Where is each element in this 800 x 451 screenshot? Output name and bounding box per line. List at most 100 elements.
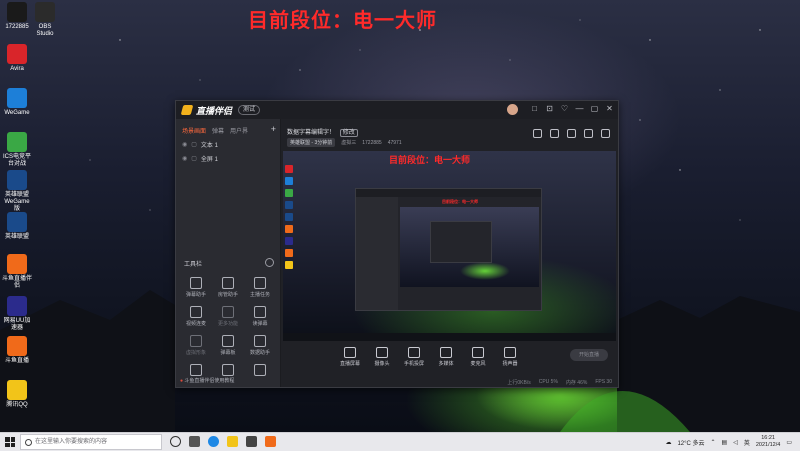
tool-item[interactable]: 弹幕板 [212, 335, 244, 356]
share-icon[interactable] [533, 129, 542, 138]
nested-preview-window: 目前段位：电一大师 [355, 188, 542, 311]
tool-label: 更多功能 [217, 321, 238, 327]
uu-accelerator-icon[interactable]: 网易UU加速器 [2, 296, 32, 332]
fans-text: 47971 [387, 139, 402, 146]
app-icon[interactable] [246, 436, 257, 447]
uid-desktop-icon[interactable]: 1722885 [2, 2, 32, 31]
lol-icon[interactable]: 英雄联盟 [2, 212, 32, 241]
tool-item[interactable]: 房管助手 [212, 277, 244, 298]
stream-preview[interactable]: 目前段位：电一大师 目前段位：电一大师 [283, 151, 616, 341]
tray-expand-icon[interactable]: ⌃ [711, 439, 716, 446]
add-scene-button[interactable]: + [271, 125, 276, 135]
edge-icon[interactable] [208, 436, 219, 447]
notice-icon[interactable] [584, 129, 593, 138]
douyu-companion-icon[interactable] [265, 436, 276, 447]
phone-cast-button[interactable]: 手机投屏 [403, 347, 425, 367]
status-item: 上行0KB/s [507, 379, 531, 386]
phone-cast-icon [408, 347, 420, 358]
lock-icon[interactable]: ▢ [191, 141, 197, 148]
eye-icon[interactable]: ◉ [182, 141, 187, 148]
douyu-icon[interactable]: 斗鱼直播 [2, 336, 32, 365]
scene-item-text[interactable]: ◉ ▢ 文本 1 [176, 135, 280, 149]
scene-item-fullscreen[interactable]: ◉ ▢ 全屏 1 [176, 149, 280, 163]
tool-item[interactable]: 更多功能 [212, 306, 244, 327]
tool-item[interactable] [212, 364, 244, 378]
tool-label: 视频连麦 [185, 321, 206, 327]
microphone-button[interactable]: 麦克风 [467, 347, 489, 367]
tool-item[interactable]: 视频连麦 [180, 306, 212, 327]
skin-icon[interactable]: ⊡ [545, 104, 554, 113]
camera-button[interactable]: 摄像头 [371, 347, 393, 367]
file-explorer-icon[interactable] [227, 436, 238, 447]
room-meta: 英雄联盟 - 3分钟前 虚拟三 1722885 47971 [287, 138, 402, 147]
nested-titlebar [356, 189, 541, 197]
avatar[interactable] [507, 104, 518, 115]
weather-text[interactable]: 12°C 多云 [677, 438, 704, 447]
mini-app-icon [285, 237, 293, 245]
nested-preview [400, 207, 539, 287]
source-tool-label: 麦克风 [470, 361, 486, 367]
tools-settings-icon[interactable] [265, 258, 274, 267]
live-companion-window[interactable]: 直播伴侣 测试 □ ⊡ ♡ — ▢ ✕ 场景画面 弹幕 用户界 + ◉ ▢ 文本… [175, 100, 619, 388]
qq-icon[interactable]: 腾讯QQ [2, 380, 32, 409]
douyu-companion-icon[interactable]: 斗鱼直播伴侣 [2, 254, 32, 290]
task-view-icon[interactable] [189, 436, 200, 447]
edit-title-button[interactable]: 修改 [339, 129, 358, 137]
tool-label: 虚拟形象 [185, 350, 206, 356]
tool-item[interactable]: 数据助手 [244, 335, 276, 356]
input-language[interactable]: 英 [744, 438, 750, 447]
tutorial-link[interactable]: ● 斗鱼直播伴侣使用教程 [180, 377, 234, 384]
tool-item[interactable]: 主播任务 [244, 277, 276, 298]
network-icon[interactable]: ▤ [722, 439, 728, 446]
tool-item[interactable] [244, 364, 276, 378]
tool-item[interactable]: 弹幕助手 [180, 277, 212, 298]
tool-item[interactable]: 虚拟形象 [180, 335, 212, 356]
cortana-icon[interactable] [170, 436, 181, 447]
preview-taskbar [283, 333, 616, 341]
taskbar-search-input[interactable]: 在这里输入你要搜索的内容 [20, 434, 162, 450]
category-badge[interactable]: 英雄联盟 - 3分钟前 [287, 138, 336, 147]
lol-wegame-icon[interactable]: 英雄联盟WeGame版 [2, 170, 32, 213]
qq-icon-glyph [7, 380, 27, 400]
clock[interactable]: 16:21 2021/12/4 [756, 435, 780, 449]
tab-scenes[interactable]: 场景画面 [182, 126, 206, 135]
speaker-button[interactable]: 扬声器 [499, 347, 521, 367]
app-name: 直播伴侣 [196, 105, 233, 116]
tools-heading: 工具栏 [184, 262, 203, 268]
weather-icon: ☁ [665, 439, 672, 446]
tool-icon [190, 306, 202, 318]
screen-capture-button[interactable]: 直播屏幕 [339, 347, 361, 367]
favorite-icon[interactable]: ♡ [560, 104, 569, 113]
clock-time: 16:21 [761, 435, 775, 441]
app-titlebar[interactable]: 直播伴侣 测试 □ ⊡ ♡ — ▢ ✕ [176, 101, 618, 119]
tool-icon [254, 306, 266, 318]
feedback-icon[interactable]: □ [530, 104, 539, 113]
maximize-icon[interactable]: ▢ [590, 104, 599, 113]
obs-icon[interactable]: OBS Studio [30, 2, 60, 38]
tab-users[interactable]: 用户界 [230, 126, 248, 135]
link-icon[interactable] [601, 129, 610, 138]
nested-sidebar [356, 197, 398, 310]
wegame-icon[interactable]: WeGame [2, 88, 32, 117]
room-settings-icon[interactable] [550, 129, 559, 138]
tab-danmaku[interactable]: 弹幕 [212, 126, 224, 135]
search-placeholder: 在这里输入你要搜索的内容 [35, 439, 108, 445]
ics-icon[interactable]: ICS电竞平台对战 [2, 132, 32, 168]
version-badge[interactable]: 测试 [238, 105, 261, 115]
notification-icon[interactable]: ▭ [786, 439, 792, 446]
media-button[interactable]: 多媒体 [435, 347, 457, 367]
start-live-button[interactable]: 开始直播 [570, 349, 608, 361]
app-logo-icon [180, 105, 194, 115]
volume-icon[interactable]: ◁ [733, 439, 738, 446]
lol-icon-glyph [7, 212, 27, 232]
minimize-icon[interactable]: — [575, 104, 584, 113]
tool-item[interactable]: 读弹幕 [244, 306, 276, 327]
lock-icon[interactable]: ▢ [191, 155, 197, 162]
avira-icon[interactable]: Avira [2, 44, 32, 73]
tool-item[interactable] [180, 364, 212, 378]
gift-icon[interactable] [567, 129, 576, 138]
eye-icon[interactable]: ◉ [182, 155, 187, 162]
start-button[interactable] [5, 437, 15, 447]
desktop-icon-label: 斗鱼直播伴侣 [2, 276, 33, 289]
close-icon[interactable]: ✕ [605, 104, 614, 113]
